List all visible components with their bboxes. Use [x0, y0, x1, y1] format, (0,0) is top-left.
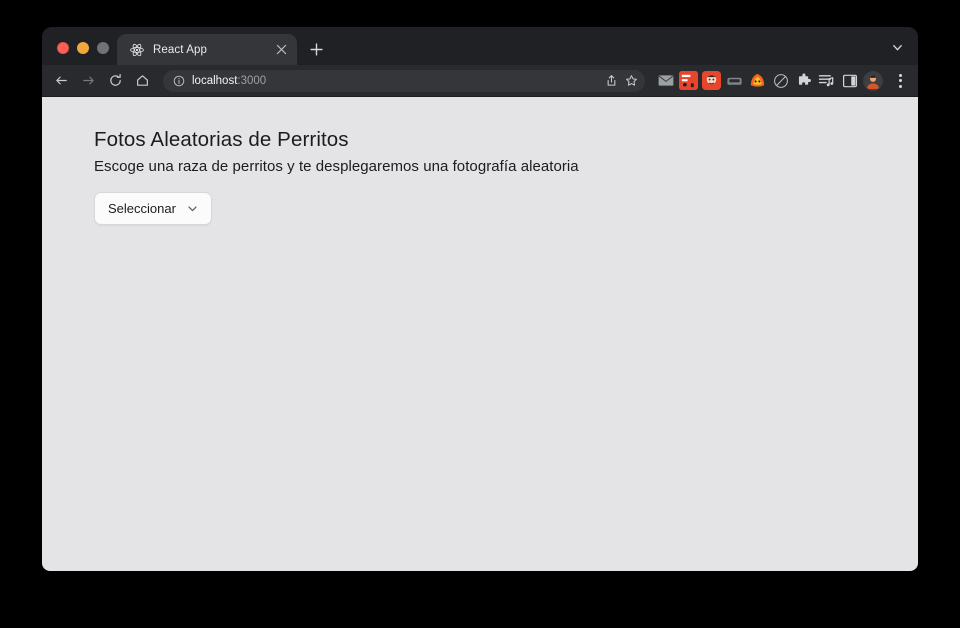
breed-select-label: Seleccionar — [108, 200, 176, 216]
gift-extension-icon[interactable] — [702, 71, 721, 90]
window-controls — [52, 42, 117, 65]
share-icon[interactable] — [601, 71, 621, 91]
dark-extension-icon[interactable] — [725, 71, 744, 90]
arrow-right-icon[interactable] — [75, 68, 101, 94]
tab-strip: React App — [42, 27, 918, 65]
breed-select-container: Seleccionar — [94, 191, 918, 225]
chevron-down-icon[interactable] — [886, 36, 908, 58]
browser-toolbar: localhost:3000 — [42, 65, 918, 97]
extensions-tray — [652, 70, 911, 92]
star-icon[interactable] — [621, 71, 641, 91]
maximize-window-button[interactable] — [97, 42, 109, 54]
chevron-down-icon — [187, 202, 199, 214]
red-extension-icon[interactable] — [679, 71, 698, 90]
page-subtitle: Escoge una raza de perritos y te despleg… — [94, 157, 579, 175]
url-host: localhost — [192, 74, 238, 87]
orange-extension-icon[interactable] — [748, 71, 767, 90]
minimize-window-button[interactable] — [77, 42, 89, 54]
address-bar[interactable]: localhost:3000 — [163, 69, 645, 92]
page-viewport: Fotos Aleatorias de Perritos Escoge una … — [42, 97, 918, 571]
url-port: :3000 — [237, 74, 267, 87]
side-panel-icon[interactable] — [840, 71, 859, 90]
page-title: Fotos Aleatorias de Perritos — [94, 128, 349, 151]
breed-select-button[interactable]: Seleccionar — [94, 191, 212, 225]
react-logo-icon — [129, 42, 144, 57]
playlist-extension-icon[interactable] — [817, 71, 836, 90]
url-text: localhost:3000 — [192, 75, 601, 87]
adblock-extension-icon[interactable] — [771, 71, 790, 90]
tab-title: React App — [153, 43, 207, 56]
three-dots-menu-icon[interactable] — [889, 70, 911, 92]
app-content: Fotos Aleatorias de Perritos Escoge una … — [42, 97, 918, 225]
info-circle-icon[interactable] — [172, 74, 185, 87]
puzzle-extensions-icon[interactable] — [794, 71, 813, 90]
browser-window: React App localhost:3000 Fotos Aleatoria… — [42, 27, 918, 571]
profile-avatar[interactable] — [863, 70, 883, 91]
browser-tab-react-app[interactable]: React App — [117, 34, 297, 65]
close-icon[interactable] — [273, 42, 289, 58]
home-icon[interactable] — [129, 68, 155, 94]
arrow-left-icon[interactable] — [48, 68, 74, 94]
plus-icon[interactable] — [303, 36, 329, 62]
reload-icon[interactable] — [102, 68, 128, 94]
mail-extension-icon[interactable] — [656, 71, 675, 90]
close-window-button[interactable] — [57, 42, 69, 54]
